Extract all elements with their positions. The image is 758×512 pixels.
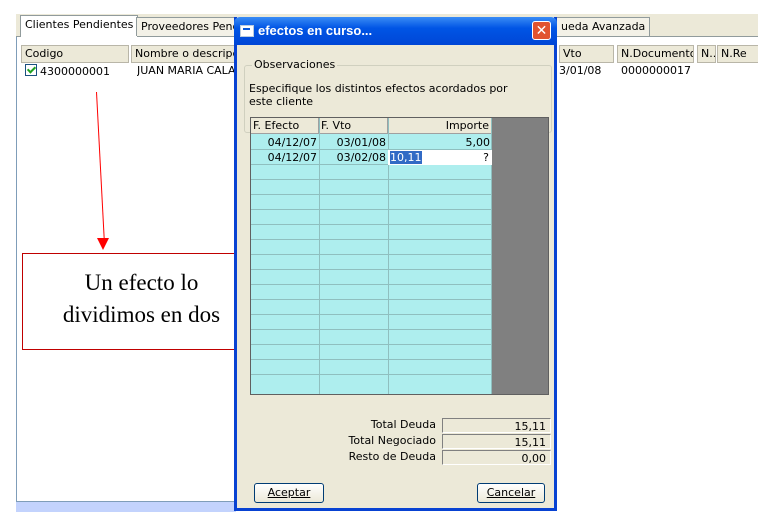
grid-line: [251, 194, 492, 195]
grid-line: [251, 269, 492, 270]
close-icon: ✕: [535, 23, 548, 39]
grid-line: [251, 239, 492, 240]
resto-deuda-label: Resto de Deuda: [348, 450, 436, 463]
annotation-arrow-head: [97, 238, 109, 250]
table-cell-f-efecto[interactable]: 04/12/07: [251, 150, 319, 165]
column-header-n[interactable]: N..: [697, 45, 716, 63]
column-header-nre[interactable]: N.Re: [717, 45, 758, 63]
table-cell-f-vto[interactable]: 03/01/08: [319, 135, 388, 150]
horizontal-scrollbar[interactable]: [16, 501, 236, 512]
table-row-codigo[interactable]: 4300000001: [25, 64, 129, 78]
column-header-f-vto[interactable]: F. Vto: [319, 118, 388, 134]
column-header-importe[interactable]: Importe: [388, 118, 492, 134]
efectos-dialog: efectos en curso... ✕ Observaciones Espe…: [234, 17, 557, 511]
column-header-documento[interactable]: N.Documento: [617, 45, 694, 63]
importe-suffix: ?: [483, 151, 489, 164]
cancelar-button[interactable]: Cancelar: [477, 483, 545, 503]
table-cell-f-efecto[interactable]: 04/12/07: [251, 135, 319, 150]
tab-busqueda-avanzada[interactable]: ueda Avanzada: [556, 17, 651, 36]
table-row-vto[interactable]: 3/01/08: [559, 64, 609, 78]
dialog-titlebar[interactable]: efectos en curso... ✕: [234, 17, 557, 45]
grid-line: [251, 224, 492, 225]
total-negociado-label: Total Negociado: [348, 434, 436, 447]
grid-line: [251, 329, 492, 330]
table-cell-importe[interactable]: 5,00: [388, 135, 492, 150]
row-checkbox[interactable]: [25, 64, 37, 76]
annotation-line-2: dividimos en dos: [62, 302, 221, 327]
importe-selected-text: 10,11: [390, 151, 422, 164]
table-row-nombre[interactable]: JUAN MARIA CALA: [137, 64, 239, 78]
aceptar-button[interactable]: Aceptar: [254, 483, 324, 503]
grid-line: [251, 179, 492, 180]
grid-line: [251, 299, 492, 300]
annotation-line-1: Un efecto lo: [84, 270, 199, 295]
total-deuda-value: 15,11: [442, 418, 551, 433]
grid-line: [251, 209, 492, 210]
grid-line: [251, 374, 492, 375]
annotation-callout: Un efecto lo dividimos en dos: [22, 253, 261, 350]
description-text: Especifique los distintos efectos acorda…: [249, 82, 508, 108]
grid-line: [251, 359, 492, 360]
efectos-table[interactable]: F. Efecto F. Vto Importe 04/12/07 03/01/…: [251, 118, 492, 394]
table-row-documento[interactable]: 0000000017: [621, 64, 691, 78]
dialog-title: efectos en curso...: [258, 23, 373, 38]
table-cell-f-vto[interactable]: 03/02/08: [319, 150, 388, 165]
tab-clientes-pendientes[interactable]: Clientes Pendientes: [20, 15, 139, 37]
column-header-codigo[interactable]: Codigo: [21, 45, 129, 63]
grid-line: [251, 284, 492, 285]
total-negociado-value: 15,11: [442, 434, 551, 449]
grid-line: [251, 254, 492, 255]
resto-deuda-value: 0,00: [442, 450, 551, 465]
window-icon: [240, 25, 254, 37]
grid-line: [251, 344, 492, 345]
efectos-grid[interactable]: F. Efecto F. Vto Importe 04/12/07 03/01/…: [250, 117, 549, 395]
group-label: Observaciones: [252, 58, 338, 71]
column-header-nombre[interactable]: Nombre o descripc: [131, 45, 246, 63]
grid-line: [251, 314, 492, 315]
column-header-vto[interactable]: Vto: [559, 45, 614, 63]
column-header-f-efecto[interactable]: F. Efecto: [251, 118, 319, 134]
close-button[interactable]: ✕: [532, 21, 551, 40]
total-deuda-label: Total Deuda: [370, 418, 436, 431]
importe-edit-field[interactable]: 10,11 ?: [388, 150, 492, 165]
tab-proveedores-pendientes[interactable]: Proveedores Pendi: [136, 17, 248, 36]
